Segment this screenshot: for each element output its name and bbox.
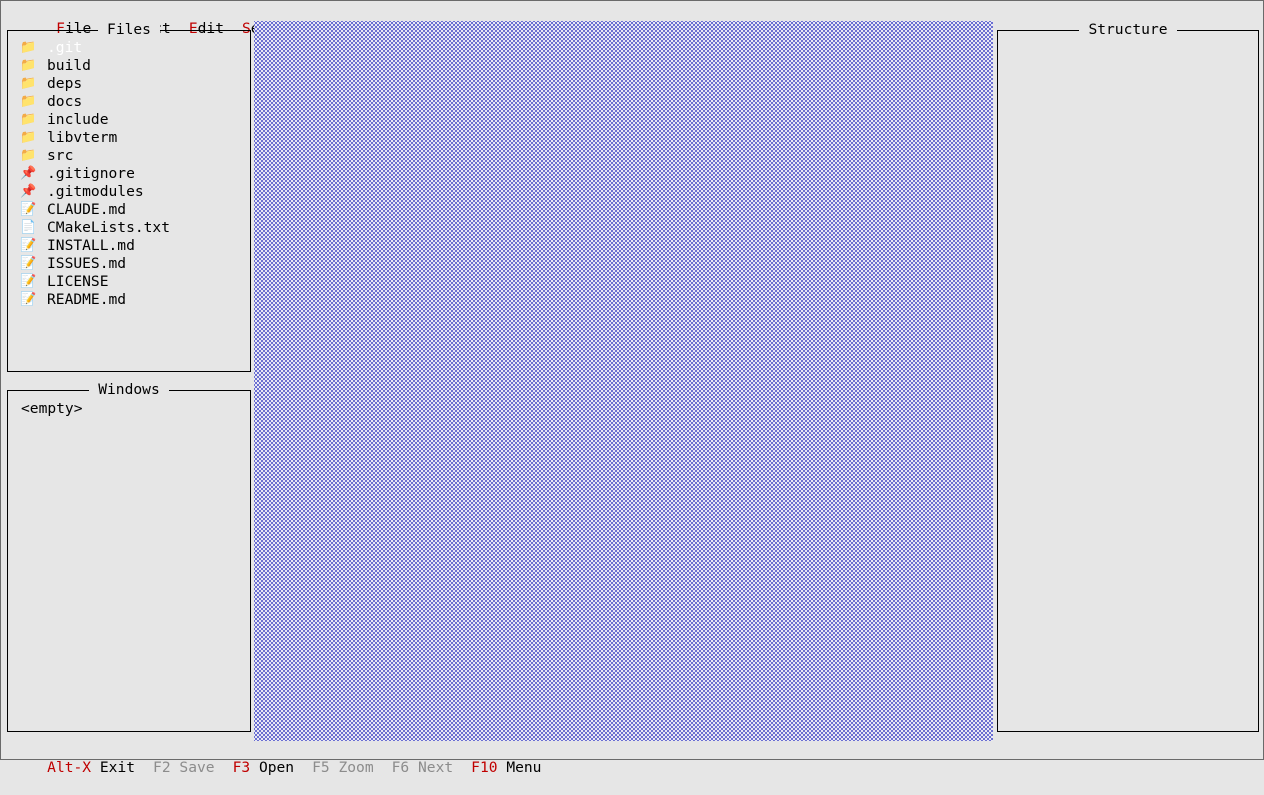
files-panel-title: Files (98, 21, 160, 38)
zoom-shortcut[interactable]: F5 Zoom (312, 759, 374, 777)
files-panel: Files 📁 .git 📁 build 📁 deps 📁 docs 📁 include … (7, 21, 251, 372)
file-item-libvterm[interactable]: 📁 libvterm (20, 129, 170, 147)
file-item-deps[interactable]: 📁 deps (20, 75, 170, 93)
file-item-readme-md[interactable]: 📝 README.md (20, 291, 170, 309)
file-list: 📁 .git 📁 build 📁 deps 📁 docs 📁 include 📁 libvt… (20, 39, 170, 309)
file-item-include[interactable]: 📁 include (20, 111, 170, 129)
terminal-screen: FileProjectEditSearchWindowsToolsHelp Fi… (0, 0, 1264, 776)
file-item-cmakelists[interactable]: 📄 CMakeLists.txt (20, 219, 170, 237)
file-item-claude-md[interactable]: 📝 CLAUDE.md (20, 201, 170, 219)
file-item-git[interactable]: 📁 .git (20, 39, 170, 57)
exit-shortcut[interactable]: Alt-X Exit (47, 759, 135, 777)
file-item-gitignore[interactable]: 📌 .gitignore (20, 165, 170, 183)
folder-icon: 📁 (20, 40, 37, 55)
folder-icon: 📁 (20, 94, 37, 109)
status-bar: Alt-X Exit F2 Save F3 Open F5 Zoom F6 Next F1… (12, 741, 559, 776)
windows-panel-title: Windows (89, 381, 169, 398)
pushpin-icon: 📌 (20, 184, 37, 199)
open-shortcut[interactable]: F3 Open (233, 759, 295, 777)
structure-panel: Structure (997, 21, 1259, 732)
folder-icon: 📁 (20, 58, 37, 73)
file-item-gitmodules[interactable]: 📌 .gitmodules (20, 183, 170, 201)
memo-icon: 📝 (20, 256, 37, 271)
pushpin-icon: 📌 (20, 166, 37, 181)
desktop-area[interactable] (254, 21, 993, 741)
save-shortcut[interactable]: F2 Save (153, 759, 215, 777)
memo-icon: 📝 (20, 292, 37, 307)
folder-icon: 📁 (20, 148, 37, 163)
file-item-docs[interactable]: 📁 docs (20, 93, 170, 111)
menu-bar: FileProjectEditSearchWindowsToolsHelp (12, 2, 498, 37)
windows-empty-text: <empty> (21, 400, 83, 417)
windows-panel: Windows <empty> (7, 381, 251, 732)
folder-icon: 📁 (20, 76, 37, 91)
next-shortcut[interactable]: F6 Next (392, 759, 454, 777)
memo-icon: 📝 (20, 202, 37, 217)
file-item-build[interactable]: 📁 build (20, 57, 170, 75)
memo-icon: 📝 (20, 274, 37, 289)
document-icon: 📄 (20, 220, 37, 235)
menu-shortcut[interactable]: F10 Menu (471, 759, 541, 777)
file-item-issues-md[interactable]: 📝 ISSUES.md (20, 255, 170, 273)
file-item-install-md[interactable]: 📝 INSTALL.md (20, 237, 170, 255)
folder-icon: 📁 (20, 130, 37, 145)
file-item-src[interactable]: 📁 src (20, 147, 170, 165)
structure-panel-title: Structure (1079, 21, 1177, 38)
memo-icon: 📝 (20, 238, 37, 253)
file-item-license[interactable]: 📝 LICENSE (20, 273, 170, 291)
folder-icon: 📁 (20, 112, 37, 127)
